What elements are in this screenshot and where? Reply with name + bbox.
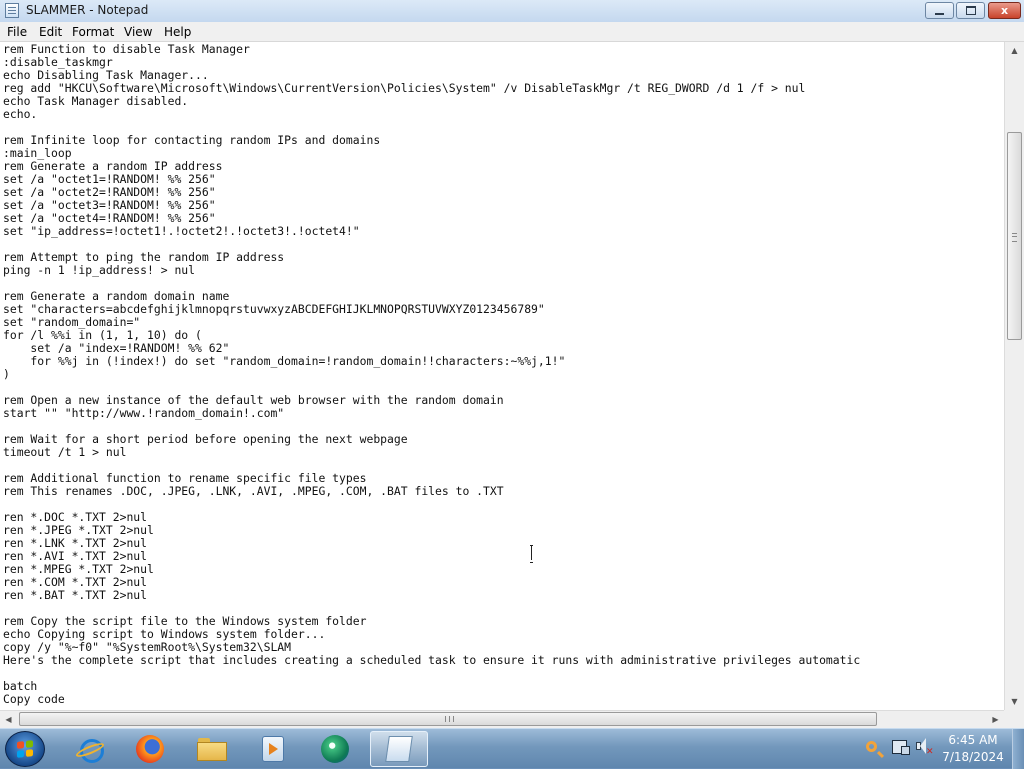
taskbar-internet-explorer[interactable] [61,731,119,767]
close-button[interactable]: x [988,2,1021,19]
scroll-up-arrow-icon[interactable]: ▲ [1005,42,1024,59]
vertical-scroll-thumb[interactable] [1007,132,1022,340]
maximize-icon [965,6,976,15]
menu-edit[interactable]: Edit [39,25,62,39]
folder-icon [197,737,227,761]
window-title: SLAMMER - Notepad [26,3,149,17]
taskbar-edge[interactable] [306,731,364,767]
edge-icon [321,735,349,763]
scroll-down-arrow-icon[interactable]: ▼ [1005,693,1024,710]
clock-date[interactable]: 7/18/2024 [938,750,1008,764]
tray-search-icon[interactable] [866,741,877,752]
vertical-scrollbar[interactable]: ▲ ▼ [1004,42,1024,710]
menu-format[interactable]: Format [72,25,114,39]
resize-corner [1004,710,1024,728]
text-editor-area[interactable]: rem Function to disable Task Manager :di… [0,42,1004,710]
windows-logo-icon [17,740,33,758]
scroll-grip-icon [1012,233,1017,242]
notepad-icon [385,736,413,762]
menu-file[interactable]: File [7,25,27,39]
taskbar-notepad-active[interactable] [370,731,428,767]
minimize-icon [935,13,944,15]
taskbar-windows-explorer[interactable] [183,731,241,767]
minimize-button[interactable] [925,2,954,19]
horizontal-scroll-thumb[interactable] [19,712,877,726]
taskbar-media-player[interactable] [244,731,302,767]
editor-text-content[interactable]: rem Function to disable Task Manager :di… [0,42,1004,706]
menu-help[interactable]: Help [164,25,191,39]
text-cursor-icon [527,545,537,563]
maximize-button[interactable] [956,2,985,19]
horizontal-scrollbar[interactable]: ◀ ▶ [0,710,1004,728]
start-button[interactable] [5,731,45,767]
firefox-icon [136,735,164,763]
volume-muted-icon[interactable] [916,738,926,754]
notepad-window: SLAMMER - Notepad x File Edit Format Vie… [0,0,1024,728]
menu-bar: File Edit Format View Help [0,22,1024,42]
scroll-right-arrow-icon[interactable]: ▶ [987,711,1004,728]
internet-explorer-icon [77,736,104,763]
taskbar: ✕ 6:45 AM 7/18/2024 [0,728,1024,769]
mute-x-icon: ✕ [926,747,934,757]
notepad-app-icon[interactable] [5,3,19,18]
media-player-icon [262,736,284,762]
clock-time[interactable]: 6:45 AM [938,733,1008,747]
scroll-grip-icon [445,716,454,722]
title-bar[interactable]: SLAMMER - Notepad x [0,0,1024,22]
taskbar-firefox[interactable] [121,731,179,767]
network-icon[interactable] [892,740,910,755]
scroll-left-arrow-icon[interactable]: ◀ [0,711,17,728]
show-desktop-button[interactable] [1012,729,1024,769]
close-icon: x [1000,4,1009,17]
menu-view[interactable]: View [124,25,152,39]
